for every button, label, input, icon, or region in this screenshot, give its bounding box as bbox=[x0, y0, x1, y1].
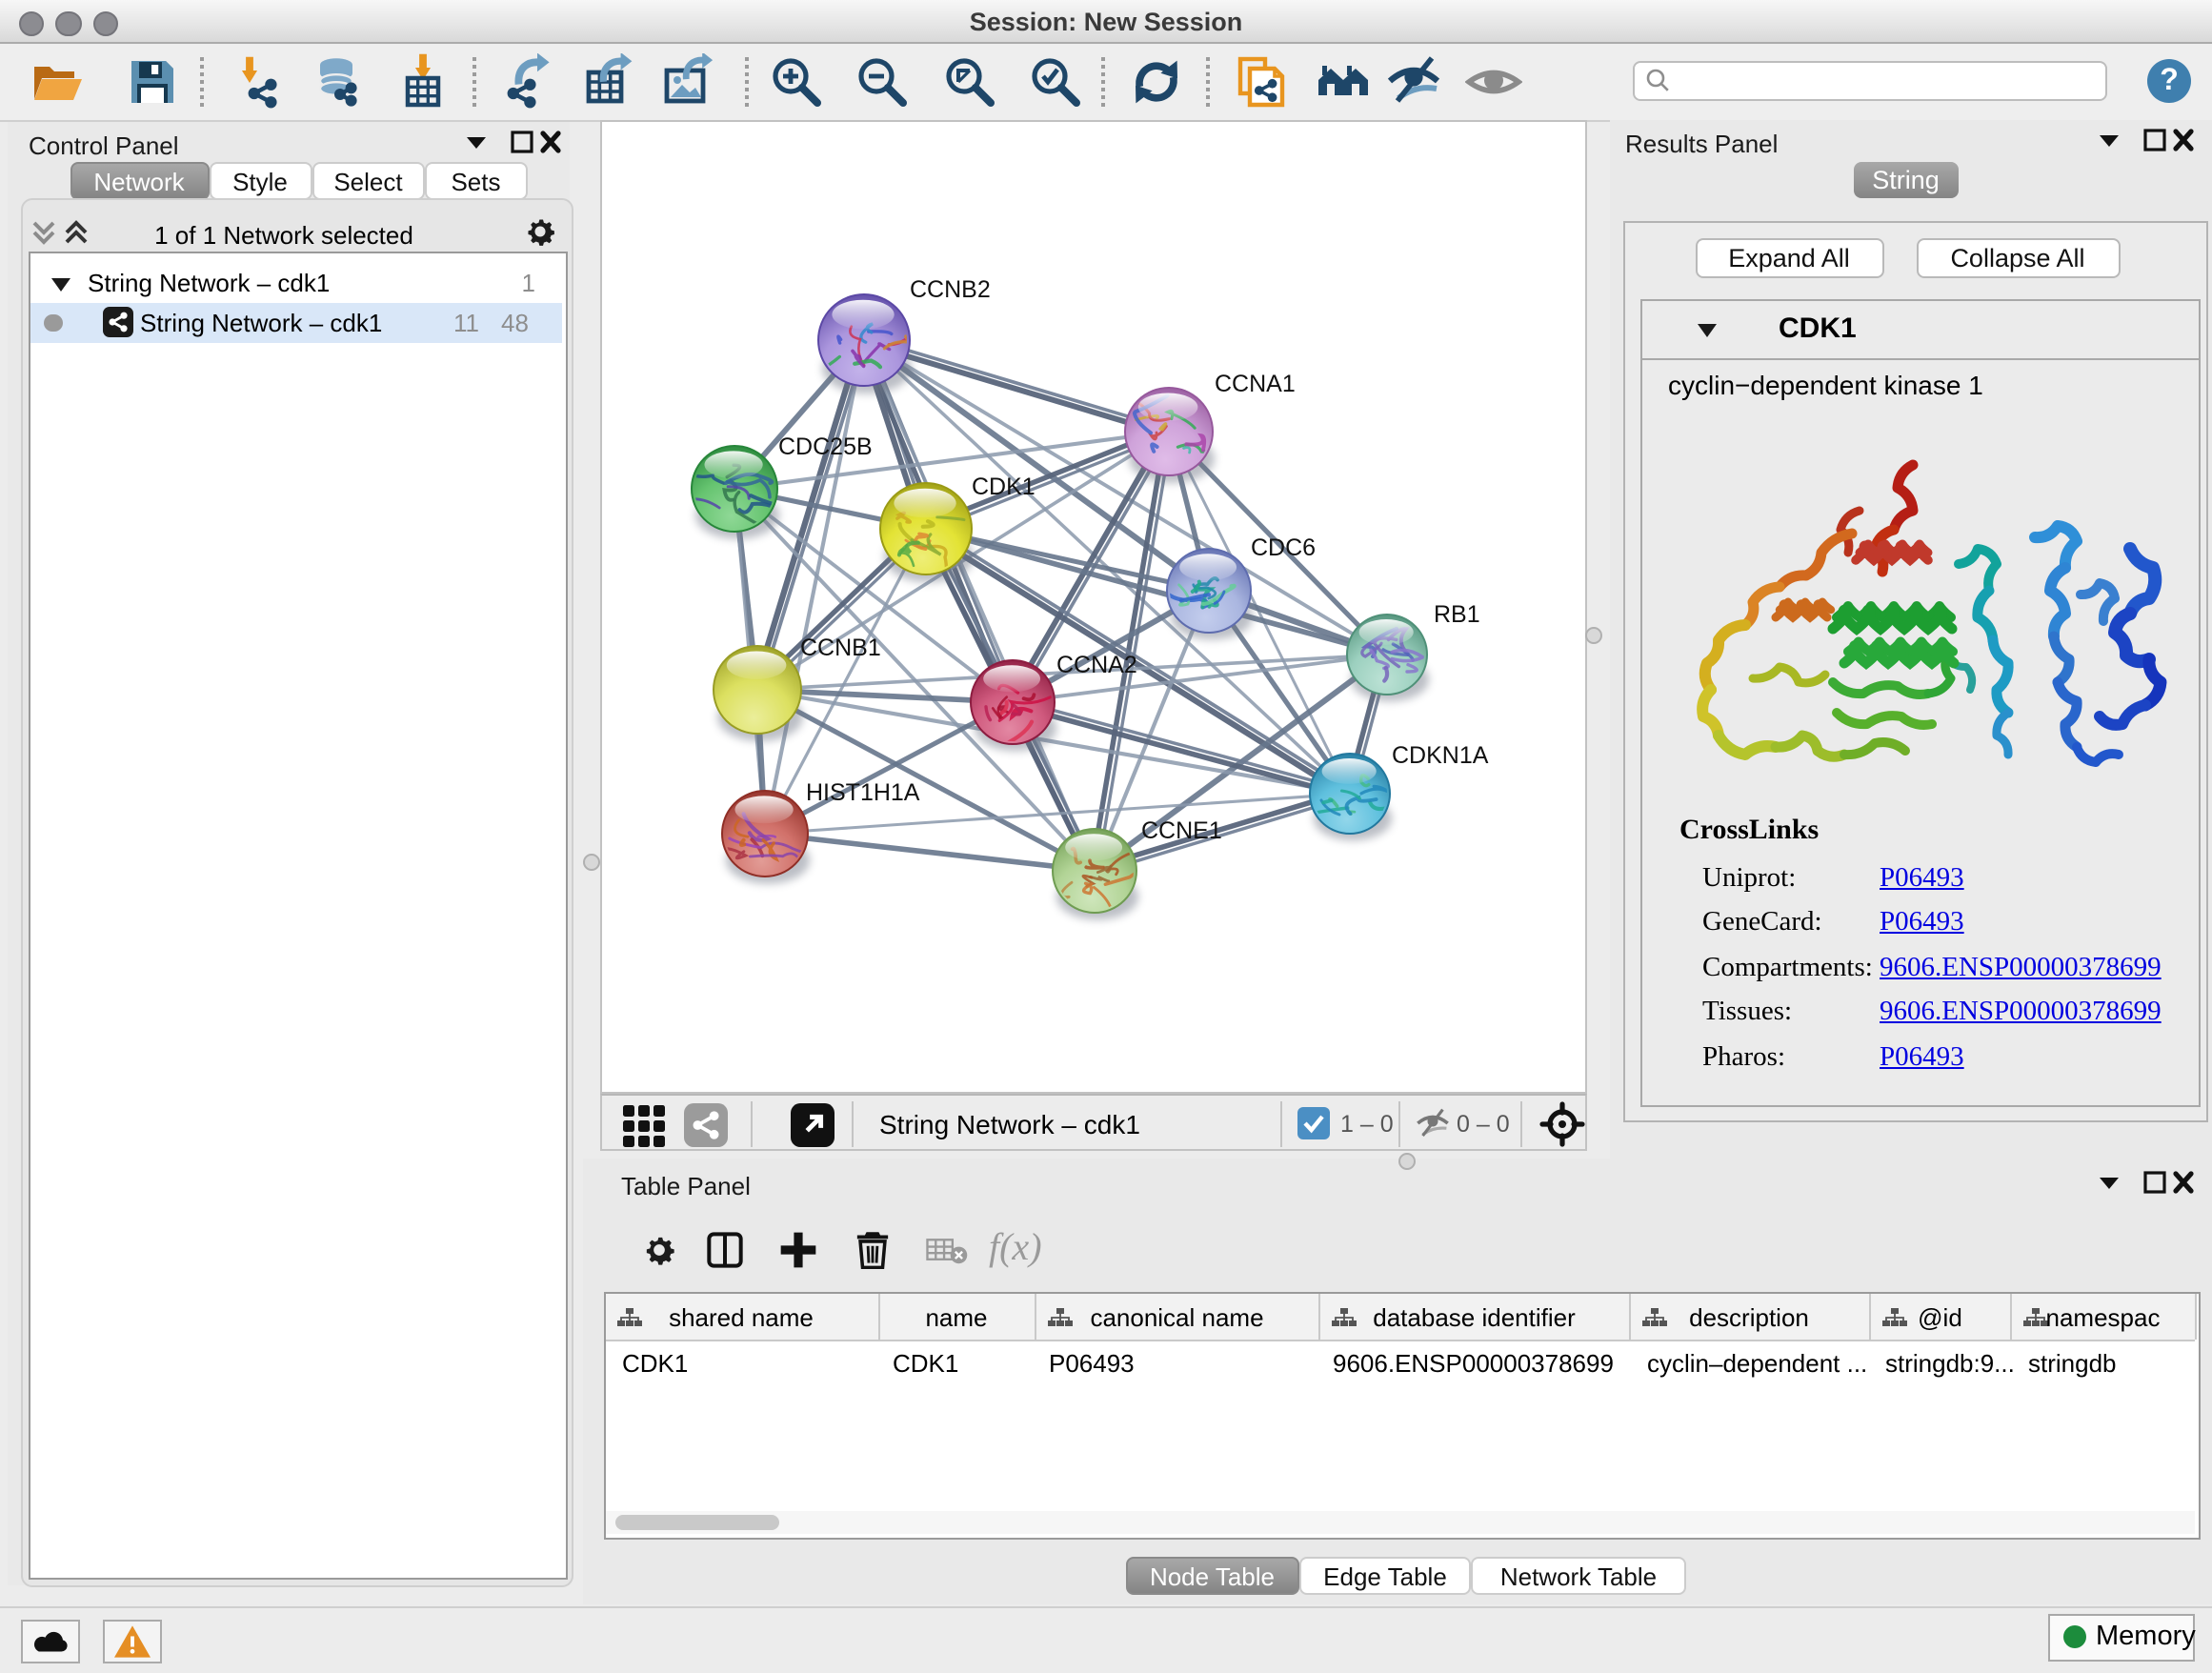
svg-text:CDC6: CDC6 bbox=[1250, 534, 1315, 560]
svg-text:CDKN1A: CDKN1A bbox=[1391, 741, 1488, 768]
svg-text:CCNA1: CCNA1 bbox=[1214, 370, 1295, 396]
svg-text:CDC25B: CDC25B bbox=[777, 433, 872, 459]
svg-text:CCNB1: CCNB1 bbox=[799, 634, 880, 660]
svg-text:RB1: RB1 bbox=[1433, 600, 1479, 627]
svg-text:CCNE1: CCNE1 bbox=[1140, 816, 1221, 843]
svg-text:CCNB2: CCNB2 bbox=[909, 275, 990, 302]
svg-text:CCNA2: CCNA2 bbox=[1056, 651, 1136, 677]
svg-text:CDK1: CDK1 bbox=[971, 473, 1035, 499]
svg-text:HIST1H1A: HIST1H1A bbox=[805, 778, 919, 805]
